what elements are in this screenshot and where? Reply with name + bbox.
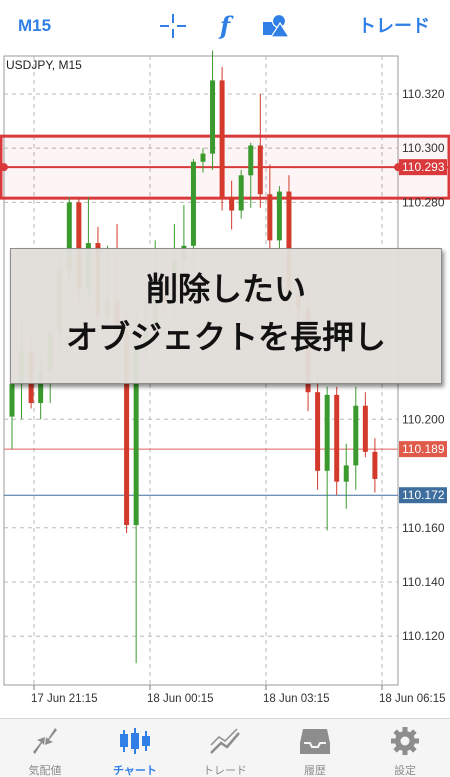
candle-body — [353, 405, 359, 466]
nav-chart[interactable]: チャート — [90, 719, 180, 777]
nav-label: トレード — [203, 765, 247, 777]
candle-body — [315, 392, 321, 471]
bid-price-tag: 110.189 — [399, 441, 447, 458]
nav-label: 設定 — [394, 765, 416, 777]
candle-body — [219, 80, 225, 197]
chart-canvas[interactable]: 110.320 110.300 110.280 110.200 110.160 110.1… — [0, 50, 450, 718]
symbol-label: USDJPY, M15 — [6, 58, 82, 72]
candle-body — [248, 145, 254, 176]
candle-body — [229, 196, 235, 211]
crosshair-icon[interactable] — [160, 12, 186, 40]
candle-body — [238, 175, 244, 211]
price-tick-label: 110.280 — [402, 195, 445, 209]
candle — [372, 438, 378, 493]
selected-line-price-tag: 110.293 — [399, 159, 447, 176]
time-axis: 17 Jun 21:15 18 Jun 00:15 18 Jun 03:15 18 J… — [31, 693, 446, 705]
price-tick-label: 110.160 — [402, 521, 445, 535]
nav-trade[interactable]: トレード — [180, 719, 270, 777]
time-tick-label: 18 Jun 00:15 — [147, 693, 214, 705]
nav-label: 履歴 — [304, 765, 326, 777]
candle — [9, 381, 15, 450]
objects-icon[interactable] — [262, 12, 291, 40]
candle-body — [324, 394, 330, 471]
candle-body — [267, 194, 273, 241]
trade-icon — [210, 728, 240, 754]
candle-body — [200, 153, 206, 162]
price-tick-label: 110.320 — [402, 87, 445, 101]
instruction-line-1: 削除したい — [145, 270, 306, 308]
top-toolbar: M15 f トレード — [0, 0, 450, 50]
price-tick-label: 110.140 — [402, 575, 445, 589]
price-tag-text: 110.172 — [402, 488, 445, 502]
candle — [210, 50, 216, 170]
function-icon[interactable]: f — [214, 12, 236, 40]
bottom-navigation: 気配値 チャート トレード 履歴 設定 — [0, 718, 450, 777]
price-chart[interactable]: 110.320 110.300 110.280 110.200 110.160 110.1… — [0, 50, 450, 718]
candle — [219, 66, 225, 211]
candle-body — [210, 80, 216, 154]
candle-body — [362, 405, 368, 452]
trade-button[interactable]: トレード — [358, 12, 430, 40]
candle-body — [372, 451, 378, 479]
nav-settings[interactable]: 設定 — [360, 719, 450, 777]
candle — [238, 169, 244, 219]
settings-icon — [391, 727, 419, 755]
candle-body — [343, 465, 349, 482]
candle-body — [190, 161, 196, 246]
candle — [334, 386, 340, 496]
time-tick-label: 18 Jun 06:15 — [379, 693, 446, 705]
price-tick-label: 110.300 — [402, 141, 445, 155]
instruction-overlay: 削除したい オブジェクトを長押し — [10, 248, 442, 384]
candle — [257, 93, 263, 208]
nav-label: チャート — [113, 765, 157, 777]
nav-label: 気配値 — [28, 765, 62, 777]
history-icon — [300, 729, 330, 754]
time-tick-label: 17 Jun 21:15 — [31, 693, 98, 705]
candle — [362, 392, 368, 458]
price-tick-label: 110.120 — [402, 629, 445, 643]
candle — [315, 375, 321, 490]
candle — [276, 186, 282, 252]
candle — [324, 386, 330, 531]
price-tag-text: 110.293 — [402, 160, 445, 174]
price-tick-label: 110.200 — [402, 412, 445, 426]
line-handle-left — [0, 163, 8, 172]
ask-price-tag: 110.172 — [399, 487, 447, 504]
candle-body — [9, 384, 15, 417]
candle — [343, 443, 349, 509]
nav-history[interactable]: 履歴 — [270, 719, 360, 777]
quotes-icon — [33, 728, 57, 754]
time-tick-label: 18 Jun 03:15 — [263, 693, 330, 705]
candle-body — [257, 145, 263, 195]
price-tag-text: 110.189 — [402, 442, 445, 456]
nav-quotes[interactable]: 気配値 — [0, 719, 90, 777]
candle-body — [334, 394, 340, 482]
instruction-line-2: オブジェクトを長押し — [65, 318, 386, 356]
candle — [353, 386, 359, 490]
chart-icon — [120, 728, 150, 754]
timeframe-button[interactable]: M15 — [18, 12, 51, 40]
candle-body — [276, 191, 282, 241]
